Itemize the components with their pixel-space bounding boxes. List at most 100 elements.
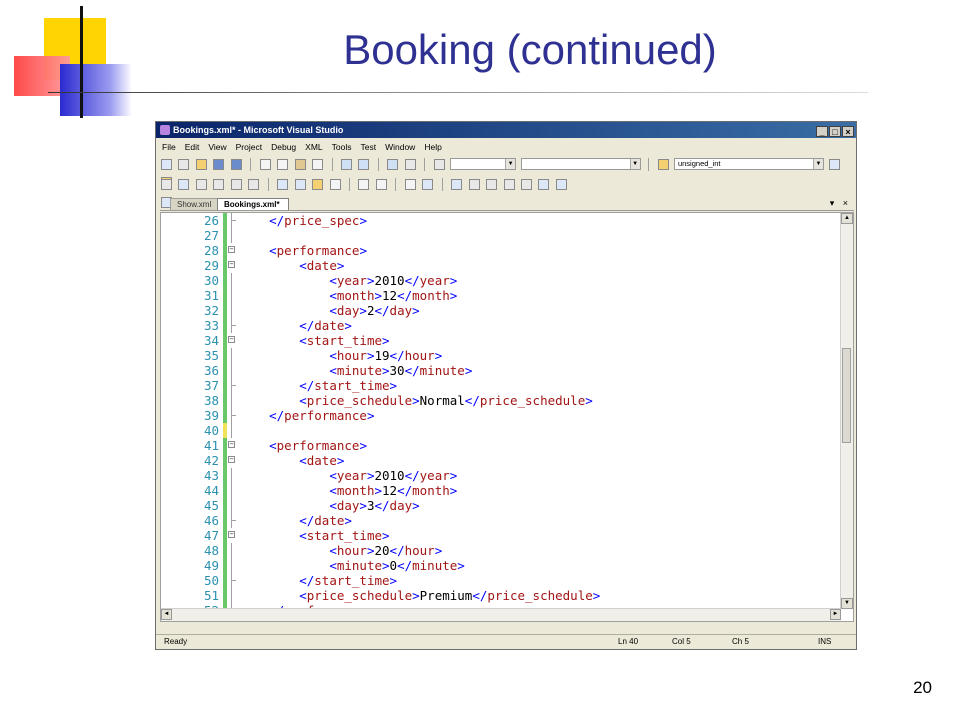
scroll-thumb[interactable] bbox=[842, 348, 851, 443]
collapse-icon[interactable]: − bbox=[228, 456, 235, 463]
scroll-left-icon[interactable]: ◄ bbox=[161, 609, 172, 620]
code-line[interactable]: 39 </performance> bbox=[161, 408, 841, 423]
code-line[interactable]: 49 <minute>0</minute> bbox=[161, 558, 841, 573]
code-line[interactable]: 46 </date> bbox=[161, 513, 841, 528]
collapse-icon[interactable]: − bbox=[228, 441, 235, 448]
code-line[interactable]: 43 <year>2010</year> bbox=[161, 468, 841, 483]
close-button[interactable]: × bbox=[842, 126, 854, 137]
code-line[interactable]: 35 <hour>19</hour> bbox=[161, 348, 841, 363]
previous-bookmark-icon[interactable] bbox=[468, 179, 480, 190]
code-line[interactable]: 48 <hour>20</hour> bbox=[161, 543, 841, 558]
font-size-icon[interactable] bbox=[329, 179, 341, 190]
tab-show-xml[interactable]: Show.xml bbox=[170, 198, 218, 210]
code-line[interactable]: 31 <month>12</month> bbox=[161, 288, 841, 303]
code-line[interactable]: 45 <day>3</day> bbox=[161, 498, 841, 513]
redo-icon[interactable] bbox=[358, 159, 370, 170]
highlight-icon[interactable] bbox=[312, 179, 324, 190]
menu-file[interactable]: File bbox=[162, 142, 176, 152]
save-icon[interactable] bbox=[213, 159, 225, 170]
previous-bookmark-folder-icon[interactable] bbox=[503, 179, 515, 190]
scroll-right-icon[interactable]: ► bbox=[830, 609, 841, 620]
menu-help[interactable]: Help bbox=[424, 142, 441, 152]
next-bookmark-folder-icon[interactable] bbox=[520, 179, 532, 190]
code-line[interactable]: 51 <price_schedule>Premium</price_schedu… bbox=[161, 588, 841, 603]
start-debugging-icon[interactable] bbox=[433, 159, 445, 170]
create-schema-icon[interactable] bbox=[178, 179, 190, 190]
menu-project[interactable]: Project bbox=[236, 142, 262, 152]
menu-tools[interactable]: Tools bbox=[332, 142, 352, 152]
debug-xslt-icon[interactable] bbox=[213, 179, 225, 190]
xml-settings-icon[interactable] bbox=[248, 179, 260, 190]
comment-icon[interactable] bbox=[404, 179, 416, 190]
tab-list-dropdown-icon[interactable]: ▾ bbox=[830, 198, 835, 208]
toggle-bookmark-icon[interactable] bbox=[451, 179, 463, 190]
type-dropdown[interactable]: unsigned_int ▼ bbox=[673, 158, 824, 170]
tab-bookings-xml[interactable]: Bookings.xml* bbox=[217, 198, 289, 210]
code-line[interactable]: 50 </start_time> bbox=[161, 573, 841, 588]
save-all-icon[interactable] bbox=[230, 159, 242, 170]
menu-edit[interactable]: Edit bbox=[185, 142, 200, 152]
code-line[interactable]: 44 <month>12</month> bbox=[161, 483, 841, 498]
scroll-up-icon[interactable]: ▲ bbox=[841, 213, 853, 224]
tab-close-icon[interactable]: × bbox=[843, 198, 848, 208]
outline-margin: − bbox=[228, 453, 236, 468]
maximize-button[interactable]: □ bbox=[829, 126, 841, 137]
open-file-icon[interactable] bbox=[195, 159, 207, 170]
copy-icon[interactable] bbox=[277, 159, 289, 170]
code-line[interactable]: 26 </price_spec> bbox=[161, 213, 841, 228]
add-item-icon[interactable] bbox=[178, 159, 190, 170]
menu-xml[interactable]: XML bbox=[305, 142, 322, 152]
configuration-dropdown[interactable]: ▼ bbox=[450, 158, 517, 170]
horizontal-scrollbar[interactable]: ◄ ► bbox=[161, 608, 841, 621]
next-bookmark-icon[interactable] bbox=[486, 179, 498, 190]
code-line[interactable]: 36 <minute>30</minute> bbox=[161, 363, 841, 378]
code-line[interactable]: 28 − <performance> bbox=[161, 243, 841, 258]
menu-debug[interactable]: Debug bbox=[271, 142, 296, 152]
uncomment-icon[interactable] bbox=[422, 179, 434, 190]
paste-icon[interactable] bbox=[294, 159, 306, 170]
schemas-icon[interactable] bbox=[161, 179, 172, 190]
code-line[interactable]: 47 − <start_time> bbox=[161, 528, 841, 543]
code-line[interactable]: 42 − <date> bbox=[161, 453, 841, 468]
undo-icon[interactable] bbox=[340, 159, 352, 170]
code-line[interactable]: 30 <year>2010</year> bbox=[161, 273, 841, 288]
scroll-down-icon[interactable]: ▼ bbox=[841, 598, 853, 609]
code-line[interactable]: 34 − <start_time> bbox=[161, 333, 841, 348]
decrease-indent-icon[interactable] bbox=[358, 179, 370, 190]
collapse-icon[interactable]: − bbox=[228, 336, 235, 343]
increase-indent-icon[interactable] bbox=[375, 179, 387, 190]
show-xslt-output-icon[interactable] bbox=[195, 179, 207, 190]
code-line[interactable]: 41 − <performance> bbox=[161, 438, 841, 453]
cut-icon[interactable] bbox=[259, 159, 271, 170]
menu-window[interactable]: Window bbox=[385, 142, 415, 152]
navigate-back-icon[interactable] bbox=[387, 159, 399, 170]
code-line[interactable]: 29 − <date> bbox=[161, 258, 841, 273]
find-in-files-icon[interactable] bbox=[657, 159, 669, 170]
delete-icon[interactable] bbox=[312, 159, 324, 170]
menu-test[interactable]: Test bbox=[361, 142, 377, 152]
format-selection-icon[interactable] bbox=[294, 179, 306, 190]
collapse-icon[interactable]: − bbox=[228, 261, 235, 268]
previous-bookmark-doc-icon[interactable] bbox=[538, 179, 550, 190]
menu-view[interactable]: View bbox=[208, 142, 226, 152]
code-line[interactable]: 37 </start_time> bbox=[161, 378, 841, 393]
collapse-icon[interactable]: − bbox=[228, 531, 235, 538]
code-line[interactable]: 40 bbox=[161, 423, 841, 438]
new-project-icon[interactable] bbox=[161, 159, 172, 170]
platform-dropdown[interactable]: ▼ bbox=[520, 158, 641, 170]
code-line[interactable]: 38 <price_schedule>Normal</price_schedul… bbox=[161, 393, 841, 408]
code-line[interactable]: 32 <day>2</day> bbox=[161, 303, 841, 318]
collapse-icon[interactable]: − bbox=[228, 246, 235, 253]
solution-explorer-icon[interactable] bbox=[829, 159, 841, 170]
navigate-forward-icon[interactable] bbox=[404, 159, 416, 170]
code-line[interactable]: 27 bbox=[161, 228, 841, 243]
format-document-icon[interactable] bbox=[277, 179, 289, 190]
window-titlebar[interactable]: Bookings.xml* - Microsoft Visual Studio … bbox=[156, 122, 856, 138]
xml-close-token: > bbox=[464, 363, 473, 378]
code-editor[interactable]: 26 </price_spec> 27 28− <performance> 29− <… bbox=[160, 212, 854, 622]
minimize-button[interactable]: _ bbox=[816, 126, 828, 137]
code-line[interactable]: 33 </date> bbox=[161, 318, 841, 333]
xml-options-icon[interactable] bbox=[230, 179, 242, 190]
vertical-scrollbar[interactable]: ▲ ▼ bbox=[840, 213, 853, 609]
next-bookmark-doc-icon[interactable] bbox=[555, 179, 567, 190]
